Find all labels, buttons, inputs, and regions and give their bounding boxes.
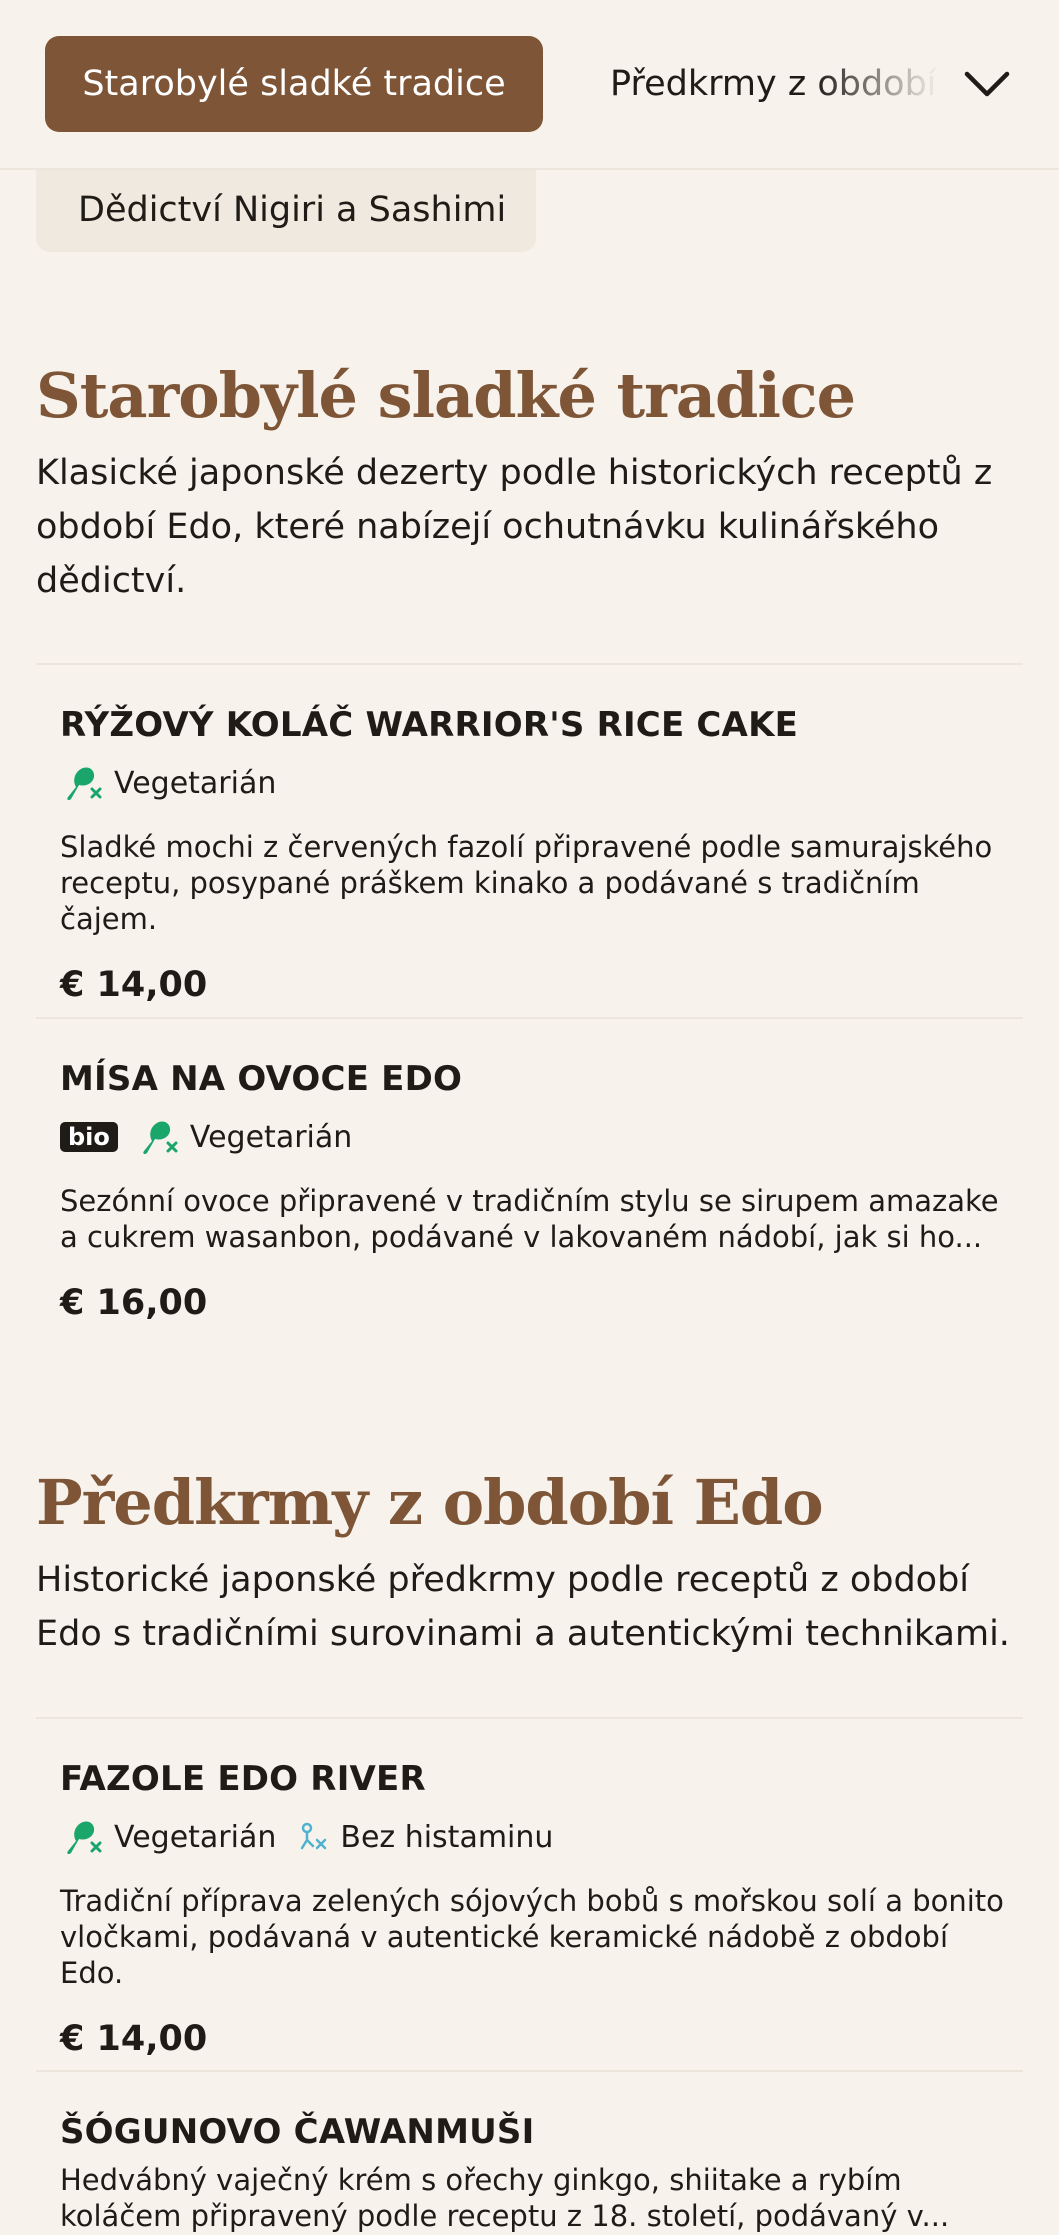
tag-label: Bez histaminu <box>340 1819 554 1855</box>
tag-label: Vegetarián <box>114 765 277 801</box>
item-price: € 16,00 <box>60 1283 208 1323</box>
item-description: Tradiční příprava zelených sójových bobů… <box>60 1884 1004 1990</box>
tag-label: Vegetarián <box>114 1819 277 1855</box>
item-name: RÝŽOVÝ KOLÁČ WARRIOR'S RICE CAKE <box>60 705 799 745</box>
tag-vegetarian: Vegetarián <box>136 1117 352 1157</box>
category-toggle-button[interactable] <box>955 52 1019 116</box>
item-tags: Vegetarián <box>60 763 1013 803</box>
item-name: MÍSA NA OVOCE EDO <box>60 1059 463 1099</box>
tag-label: Vegetarián <box>189 1119 353 1155</box>
histamine-free-icon <box>301 1822 327 1850</box>
section-description: Klasické japonské dezerty podle historic… <box>36 453 993 601</box>
item-price: € 14,00 <box>60 2019 208 2059</box>
meat-crossed-icon <box>67 767 102 801</box>
item-tags: Vegetarián Bez histaminu <box>60 1817 1013 1857</box>
tag-vegetarian: Vegetarián <box>60 1817 276 1857</box>
item-name: FAZOLE EDO RIVER <box>60 1759 426 1799</box>
meat-crossed-icon <box>67 1821 102 1855</box>
section-description: Historické japonské předkrmy podle recep… <box>36 1560 1010 1654</box>
item-price: € 14,00 <box>60 965 208 1005</box>
menu-item[interactable]: RÝŽOVÝ KOLÁČ WARRIOR'S RICE CAKE Vegetar… <box>36 663 1023 1019</box>
meat-crossed-icon <box>143 1121 178 1155</box>
tag-histamine-free: Bez histaminu <box>298 1820 553 1855</box>
menu-item[interactable]: FAZOLE EDO RIVER Vegetarián Bez histamin… <box>36 1717 1023 2073</box>
item-tags: bio Vegetarián <box>60 1117 1013 1157</box>
chevron-down-icon <box>964 71 1010 97</box>
menu-page: Starobylé sladké tradice Předkrmy z obdo… <box>0 0 1059 2235</box>
section-sweet-traditions: Starobylé sladké tradice Klasické japons… <box>36 360 1023 608</box>
section-title: Starobylé sladké tradice <box>36 359 856 432</box>
tag-vegetarian: Vegetarián <box>60 763 276 803</box>
menu-item[interactable]: MÍSA NA OVOCE EDO bio Vegetarián Sezónní… <box>36 1017 1023 1377</box>
menu-item[interactable]: ŠÓGUNOVO ČAWANMUŠI Hedvábný vaječný krém… <box>36 2070 1023 2235</box>
section-title: Předkrmy z období Edo <box>36 1466 824 1539</box>
category-tab-next[interactable]: Předkrmy z období Edo <box>610 36 940 132</box>
bio-badge: bio <box>60 1122 118 1152</box>
category-tab-active[interactable]: Starobylé sladké tradice <box>45 36 543 132</box>
category-nav: Starobylé sladké tradice Předkrmy z obdo… <box>0 0 1059 170</box>
item-description: Hedvábný vaječný krém s ořechy ginkgo, s… <box>60 2163 950 2233</box>
item-description: Sladké mochi z červených fazolí připrave… <box>60 830 993 936</box>
section-edo-appetizers: Předkrmy z období Edo Historické japonsk… <box>36 1467 1023 1661</box>
item-description: Sezónní ovoce připravené v tradičním sty… <box>60 1184 999 1254</box>
item-name: ŠÓGUNOVO ČAWANMUŠI <box>60 2112 535 2152</box>
category-tab-nigiri[interactable]: Dědictví Nigiri a Sashimi <box>36 168 536 252</box>
